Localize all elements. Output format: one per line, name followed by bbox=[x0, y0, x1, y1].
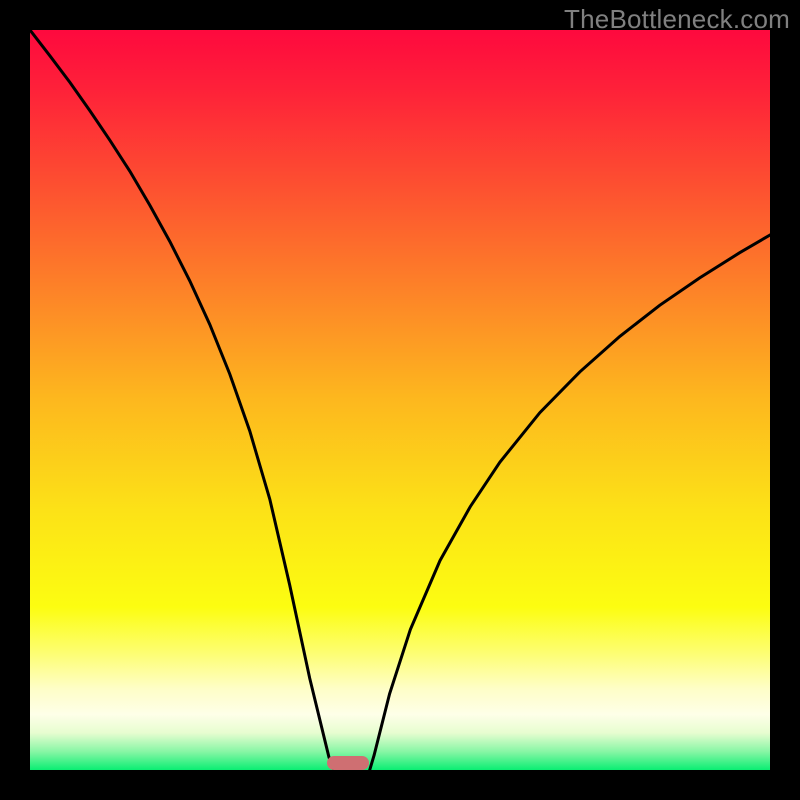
left-curve bbox=[30, 30, 334, 770]
right-curve bbox=[370, 235, 770, 770]
outer-frame: TheBottleneck.com bbox=[0, 0, 800, 800]
plot-area bbox=[30, 30, 770, 770]
trough-marker bbox=[327, 756, 369, 770]
bottleneck-curves bbox=[30, 30, 770, 770]
